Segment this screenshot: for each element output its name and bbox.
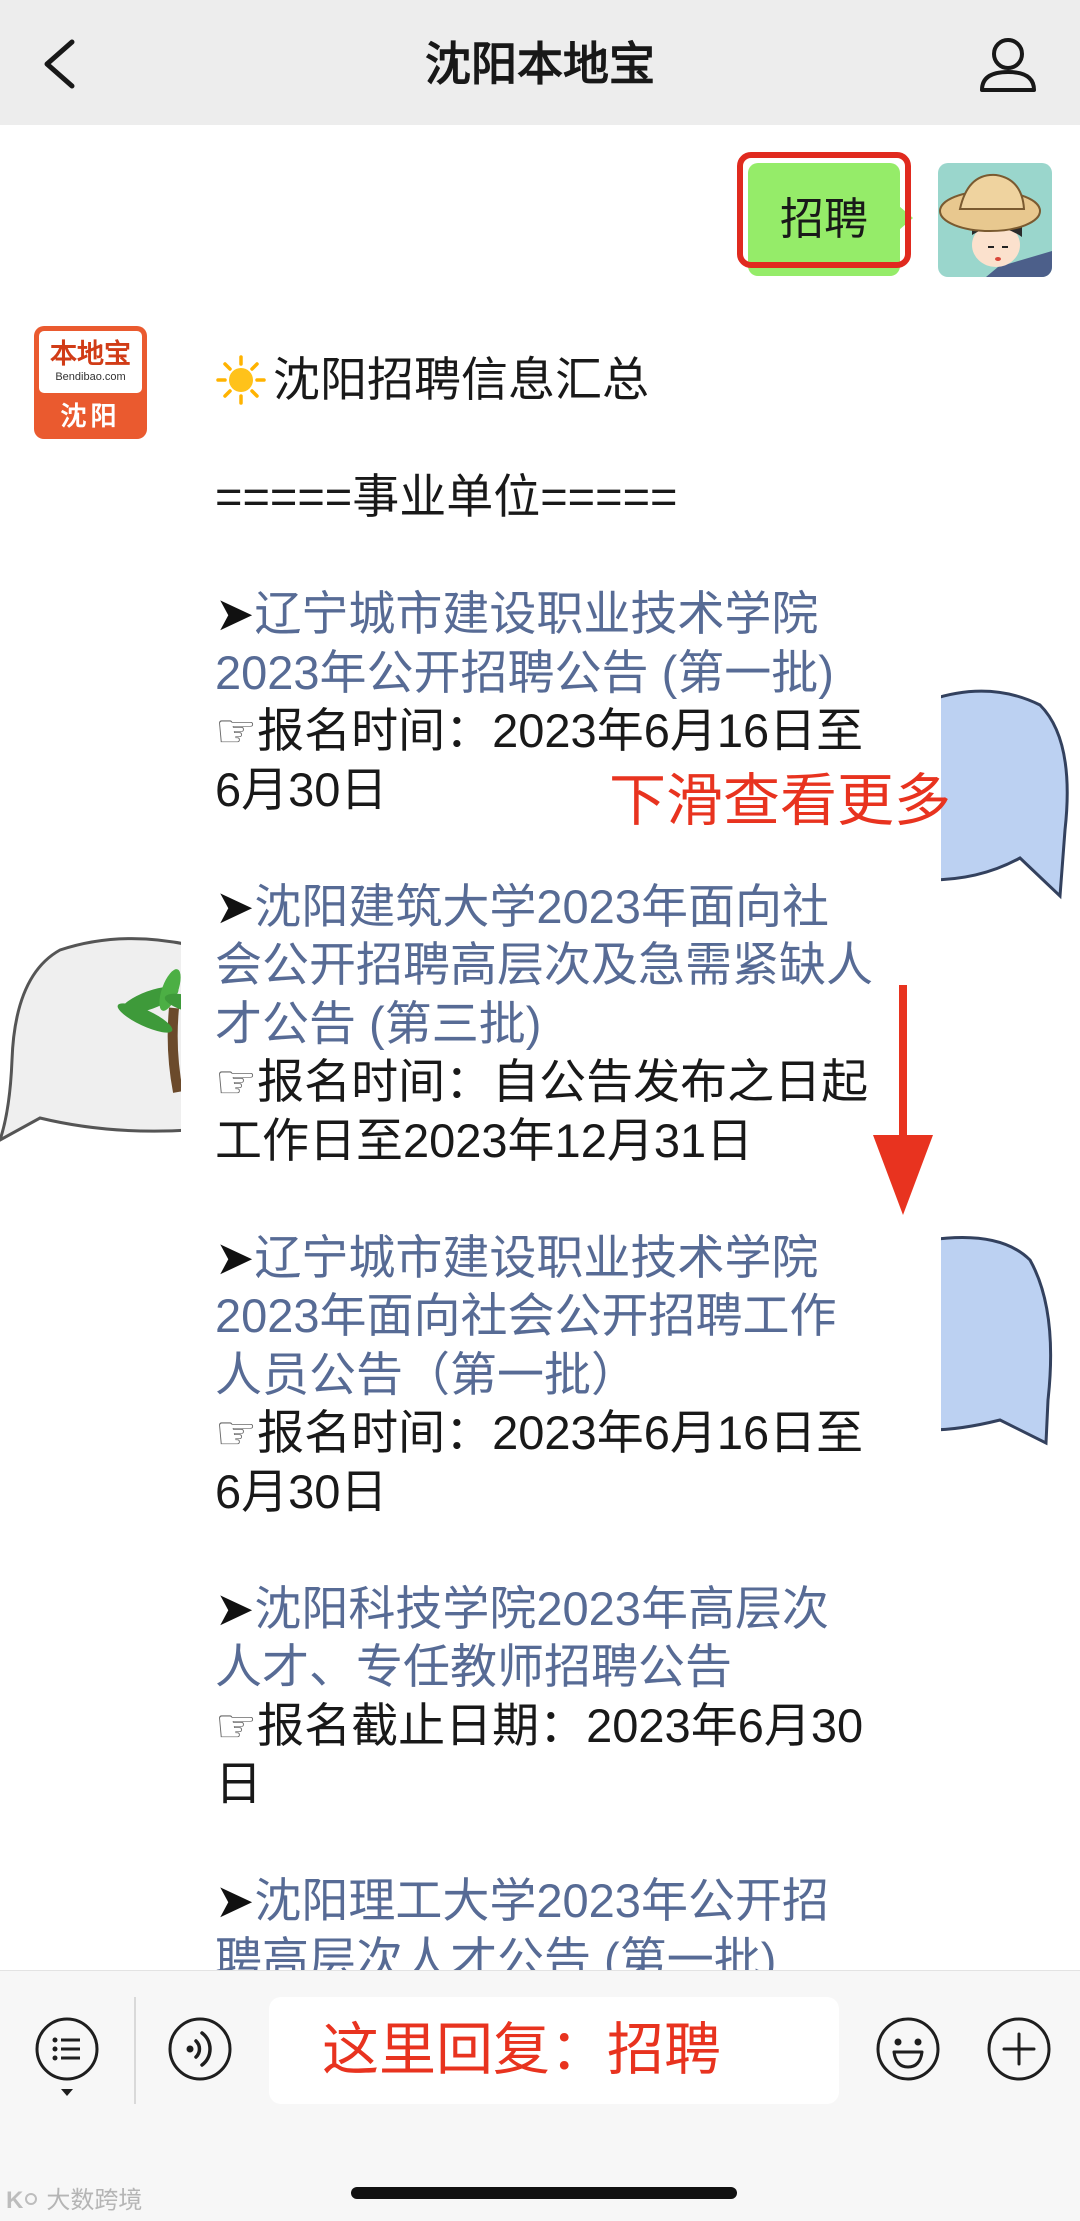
job-link[interactable]: 人员公告（第一批）	[215, 1348, 638, 1401]
job-title-line[interactable]: 2023年公开招聘公告 (第一批)	[215, 644, 925, 703]
job-title-line[interactable]: ➤沈阳科技学院2023年高层次	[215, 1580, 925, 1639]
job-info-line: 工作日至2023年12月31日	[215, 1112, 925, 1171]
job-info-text: 报名时间：自公告发布之日起	[257, 1055, 869, 1108]
bot-city-text: 沈阳	[60, 401, 121, 431]
message-input[interactable]: 这里回复：招聘	[269, 1997, 839, 2104]
pointing-hand-marker: ☞	[215, 1406, 258, 1459]
emoji-icon[interactable]	[874, 2015, 942, 2083]
pointing-hand-marker: ☞	[215, 1055, 258, 1108]
job-info-line: ☞报名截止日期：2023年6月30	[215, 1697, 925, 1756]
job-title-line[interactable]: 人才、专任教师招聘公告	[215, 1638, 925, 1697]
pointing-hand-marker: ☞	[215, 704, 258, 757]
scroll-hint-annotation: 下滑查看更多	[609, 769, 951, 833]
message-bubble: 沈阳招聘信息汇总 =====事业单位===== ➤辽宁城市建设职业技术学院 20…	[181, 326, 941, 2026]
bullet-arrow: ➤	[215, 1230, 255, 1284]
wallpaper-blue-bubble-bottom	[928, 1236, 1053, 1446]
reply-hint-annotation: 这里回复：招聘	[322, 2018, 721, 2082]
bullet-arrow: ➤	[215, 1874, 255, 1927]
job-title-line[interactable]: 才公告 (第三批)	[215, 995, 925, 1054]
job-link[interactable]: 会公开招聘高层次及急需紧缺人	[215, 938, 873, 991]
watermark: K 大数跨境	[6, 2184, 142, 2218]
job-info-text: 报名时间：2023年6月16日至	[257, 1406, 864, 1459]
section-header: =====事业单位=====	[215, 470, 678, 523]
job-info-text: 6月30日	[215, 762, 388, 816]
watermark-ring-icon	[25, 2193, 38, 2205]
user-icon[interactable]	[972, 30, 1044, 98]
bullet-arrow: ➤	[215, 879, 255, 933]
job-info-text: 工作日至2023年12月31日	[215, 1113, 754, 1167]
job-info-text: 报名截止日期：2023年6月30	[257, 1698, 864, 1752]
cartoon-girl-avatar[interactable]	[938, 163, 1052, 277]
job-title-line[interactable]: ➤辽宁城市建设职业技术学院	[215, 1229, 925, 1288]
job-link[interactable]: 辽宁城市建设职业技术学院	[254, 1231, 818, 1284]
menu-list-icon[interactable]	[33, 2015, 101, 2099]
sun-icon	[216, 355, 266, 405]
job-info-line: 日	[215, 1755, 925, 1814]
input-bar: 这里回复：招聘	[0, 1970, 1080, 2221]
bullet-arrow: ➤	[215, 1581, 255, 1635]
watermark-text: 大数跨境	[46, 2187, 143, 2214]
job-title-line[interactable]: 人员公告（第一批）	[215, 1346, 925, 1405]
bot-avatar[interactable]: 本地宝 Bendibao.com 沈阳	[34, 326, 147, 439]
job-link[interactable]: 才公告 (第三批)	[215, 997, 541, 1050]
job-info-line: ☞报名时间：自公告发布之日起	[215, 1053, 925, 1112]
job-info-text: 报名时间：2023年6月16日至	[257, 704, 864, 757]
job-link[interactable]: 沈阳建筑大学2023年面向社	[254, 880, 829, 933]
bot-domain-text: Bendibao.com	[55, 371, 126, 383]
job-info-text: 6月30日	[215, 1464, 388, 1518]
bot-brand-text: 本地宝	[50, 339, 131, 369]
job-item[interactable]: ➤沈阳科技学院2023年高层次 人才、专任教师招聘公告 ☞报名截止日期：2023…	[215, 1580, 925, 1814]
job-item[interactable]: ➤沈阳建筑大学2023年面向社 会公开招聘高层次及急需紧缺人 才公告 (第三批)…	[215, 878, 925, 1171]
job-info-text: 日	[215, 1757, 262, 1810]
arrow-down-icon	[873, 985, 933, 1215]
job-info-line: 6月30日	[215, 1463, 925, 1522]
bot-bubble-tail	[168, 368, 182, 392]
job-title-line[interactable]: 会公开招聘高层次及急需紧缺人	[215, 936, 925, 995]
job-item[interactable]: ➤辽宁城市建设职业技术学院 2023年面向社会公开招聘工作 人员公告（第一批） …	[215, 1229, 925, 1522]
job-link[interactable]: 2023年面向社会公开招聘工作	[215, 1289, 837, 1342]
pointing-hand-marker: ☞	[215, 1698, 258, 1752]
job-title-line[interactable]: ➤辽宁城市建设职业技术学院	[215, 585, 925, 644]
job-title-line[interactable]: 2023年面向社会公开招聘工作	[215, 1287, 925, 1346]
job-info-line: ☞报名时间：2023年6月16日至	[215, 1404, 925, 1463]
divider	[134, 1997, 136, 2104]
job-link[interactable]: 沈阳理工大学2023年公开招	[254, 1874, 829, 1927]
navigation-bar: 沈阳本地宝	[0, 0, 1080, 125]
page-title: 沈阳本地宝	[425, 38, 655, 90]
job-title-line[interactable]: ➤沈阳理工大学2023年公开招	[215, 1872, 925, 1931]
job-info-line: ☞报名时间：2023年6月16日至	[215, 702, 925, 761]
job-title-line[interactable]: ➤沈阳建筑大学2023年面向社	[215, 878, 925, 937]
job-link[interactable]: 2023年公开招聘公告 (第一批)	[215, 646, 834, 699]
message-title-text: 沈阳招聘信息汇总	[273, 353, 649, 406]
watermark-logo: K	[6, 2187, 24, 2214]
bot-logo: 本地宝 Bendibao.com	[39, 331, 142, 393]
plus-icon[interactable]	[985, 2015, 1053, 2083]
job-link[interactable]: 辽宁城市建设职业技术学院	[254, 587, 818, 640]
home-indicator[interactable]	[351, 2187, 737, 2199]
bullet-arrow: ➤	[215, 587, 255, 640]
message-title: 沈阳招聘信息汇总	[215, 351, 925, 410]
job-link[interactable]: 人才、专任教师招聘公告	[215, 1640, 732, 1693]
voice-icon[interactable]	[166, 2015, 234, 2083]
job-link[interactable]: 沈阳科技学院2023年高层次	[254, 1582, 829, 1635]
highlight-box	[737, 152, 911, 268]
wallpaper-gray-bubble	[0, 937, 192, 1142]
